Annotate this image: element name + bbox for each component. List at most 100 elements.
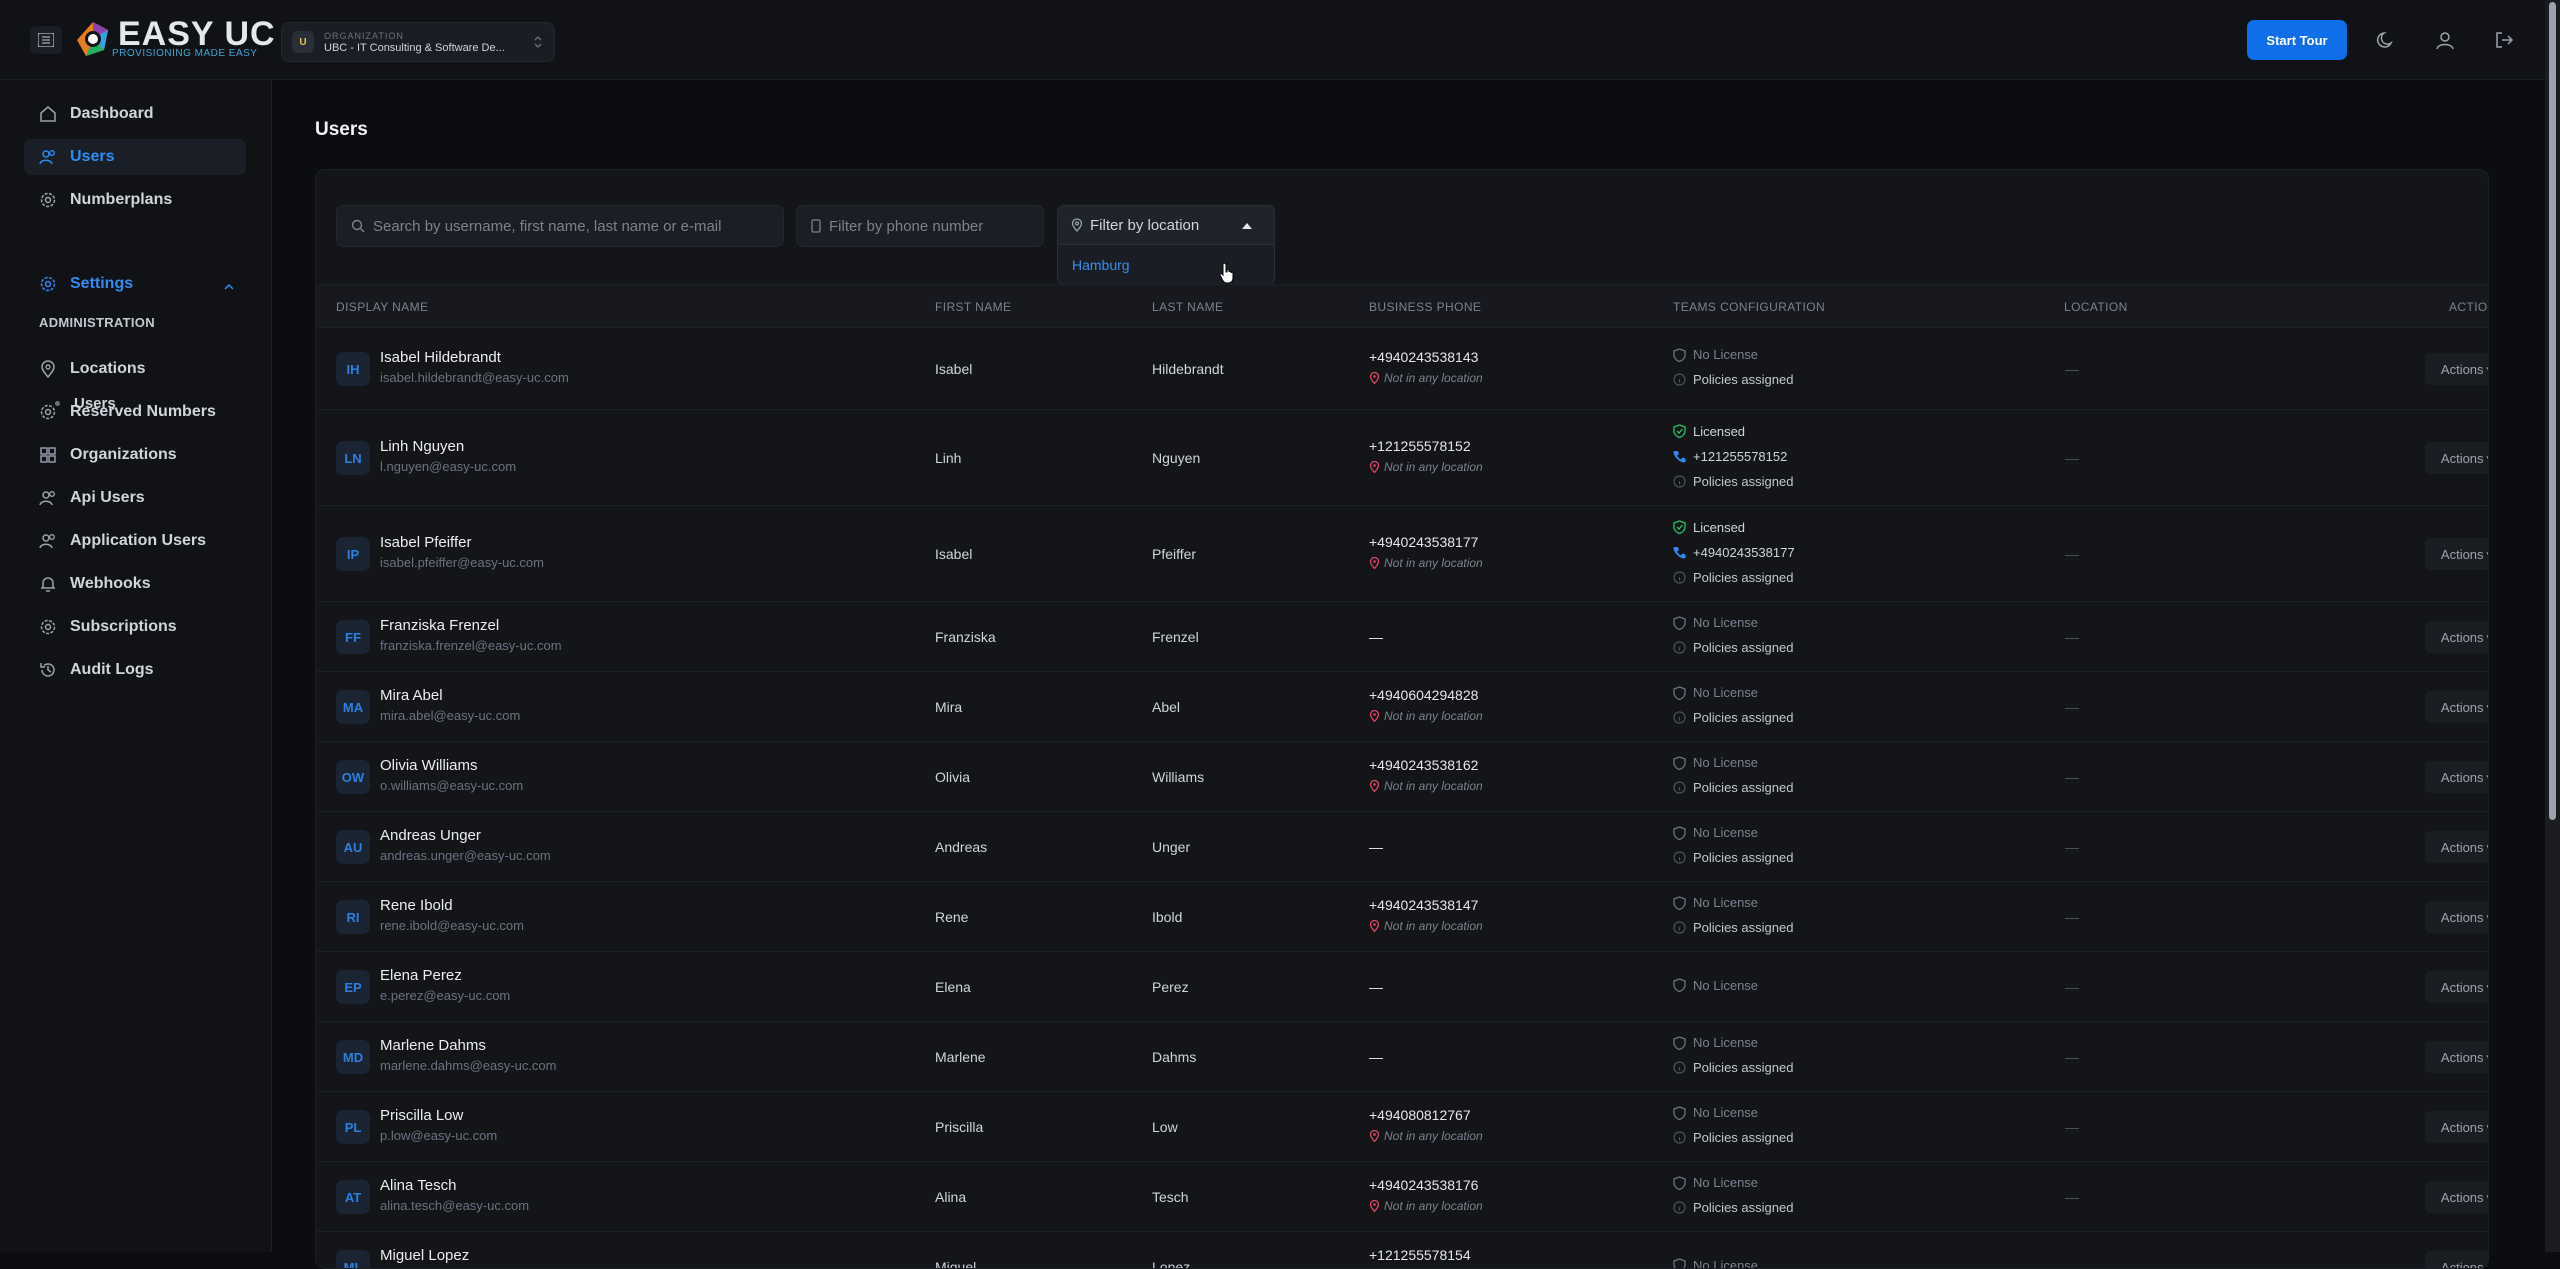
- display-name[interactable]: Franziska Frenzel: [380, 617, 499, 634]
- shield-icon: [1673, 1036, 1693, 1050]
- chevron-down-icon: ▾: [2487, 1052, 2489, 1063]
- header-last-name[interactable]: LAST NAME: [1152, 300, 1223, 314]
- menu-toggle-button[interactable]: [30, 26, 62, 54]
- organization-selector[interactable]: U ORGANIZATION UBC - IT Consulting & Sof…: [281, 22, 555, 62]
- teams-config-line: No License: [1673, 1258, 1758, 1269]
- sidebar-item-users[interactable]: Users: [24, 139, 246, 175]
- header-teams-configuration[interactable]: TEAMS CONFIGURATION: [1673, 300, 1825, 314]
- org-caption: ORGANIZATION: [324, 30, 505, 42]
- sidebar-item-audit-logs[interactable]: Audit Logs: [24, 652, 246, 688]
- search-input[interactable]: Search by username, first name, last nam…: [336, 205, 784, 247]
- teams-config-line: Licensed: [1673, 424, 1745, 439]
- actions-button[interactable]: Actions ▾: [2425, 901, 2489, 933]
- actions-button[interactable]: Actions ▾: [2425, 831, 2489, 863]
- sidebar: Dashboard Users Numberplans ADMINISTRATI…: [0, 80, 272, 1252]
- display-name[interactable]: Isabel Pfeiffer: [380, 534, 471, 551]
- sidebar-item-reserved-numbers[interactable]: Reserved Numbers: [24, 394, 246, 430]
- sidebar-item-dashboard[interactable]: Dashboard: [24, 96, 246, 132]
- header-business-phone[interactable]: BUSINESS PHONE: [1369, 300, 1481, 314]
- table-row[interactable]: PLPriscilla Lowp.low@easy-uc.comPriscill…: [316, 1092, 2488, 1162]
- header-display-name[interactable]: DISPLAY NAME: [336, 300, 428, 314]
- header-location[interactable]: LOCATION: [2064, 300, 2128, 314]
- table-row[interactable]: LNLinh Nguyenl.nguyen@easy-uc.comLinhNgu…: [316, 410, 2488, 506]
- display-name[interactable]: Priscilla Low: [380, 1107, 463, 1124]
- display-name[interactable]: Mira Abel: [380, 687, 443, 704]
- location-filter-select[interactable]: Filter by location: [1057, 205, 1275, 245]
- display-name[interactable]: Andreas Unger: [380, 827, 481, 844]
- logo[interactable]: EASY UC PROVISIONING MADE EASY: [74, 18, 276, 59]
- table-row[interactable]: ATAlina Teschalina.tesch@easy-uc.comAlin…: [316, 1162, 2488, 1232]
- table-row[interactable]: MLMiguel LopezMiguelLopez+121255578154No…: [316, 1232, 2488, 1269]
- phone-icon: [1673, 546, 1693, 559]
- user-email: rene.ibold@easy-uc.com: [380, 918, 524, 933]
- table-row[interactable]: FFFranziska Frenzelfranziska.frenzel@eas…: [316, 602, 2488, 672]
- table-row[interactable]: MDMarlene Dahmsmarlene.dahms@easy-uc.com…: [316, 1022, 2488, 1092]
- last-name: Unger: [1152, 839, 1190, 855]
- table-row[interactable]: MAMira Abelmira.abel@easy-uc.comMiraAbel…: [316, 672, 2488, 742]
- business-phone: +121255578152: [1369, 438, 1471, 454]
- actions-button[interactable]: Actions ▾: [2425, 538, 2489, 570]
- scrollbar-thumb[interactable]: [2549, 2, 2556, 820]
- sidebar-item-numberplans[interactable]: Numberplans: [24, 182, 246, 218]
- display-name[interactable]: Olivia Williams: [380, 757, 478, 774]
- info-icon: [1673, 475, 1693, 488]
- header-first-name[interactable]: FIRST NAME: [935, 300, 1011, 314]
- display-name[interactable]: Linh Nguyen: [380, 438, 464, 455]
- actions-button[interactable]: Actions ▾: [2425, 691, 2489, 723]
- logout-icon[interactable]: [2490, 26, 2518, 54]
- avatar: LN: [336, 441, 370, 475]
- display-name[interactable]: Marlene Dahms: [380, 1037, 486, 1054]
- shield-icon: [1673, 756, 1693, 770]
- actions-button[interactable]: Actions ▾: [2425, 971, 2489, 1003]
- business-phone-empty: —: [1369, 1049, 1383, 1065]
- sidebar-item-webhooks[interactable]: Webhooks: [24, 566, 246, 602]
- phone-filter-input[interactable]: Filter by phone number: [796, 205, 1044, 247]
- logo-tagline: PROVISIONING MADE EASY: [112, 48, 276, 59]
- table-row[interactable]: EPElena Pereze.perez@easy-uc.comElenaPer…: [316, 952, 2488, 1022]
- start-tour-button[interactable]: Start Tour: [2247, 20, 2347, 60]
- sidebar-item-application-users[interactable]: Application Users: [24, 523, 246, 559]
- actions-button[interactable]: Actions ▾: [2425, 621, 2489, 653]
- location-option-hamburg[interactable]: Hamburg: [1072, 257, 1130, 273]
- user-email: o.williams@easy-uc.com: [380, 778, 523, 793]
- header-actions: ACTIONS: [2449, 300, 2489, 314]
- sidebar-item-label: Subscriptions: [70, 618, 177, 636]
- sidebar-item-locations[interactable]: Locations: [24, 351, 246, 387]
- actions-button[interactable]: Actions ▾: [2425, 353, 2489, 385]
- display-name[interactable]: Isabel Hildebrandt: [380, 349, 501, 366]
- last-name: Hildebrandt: [1152, 361, 1224, 377]
- avatar: MD: [336, 1040, 370, 1074]
- actions-button[interactable]: Actions ▾: [2425, 1111, 2489, 1143]
- info-icon: [1673, 641, 1693, 654]
- display-name[interactable]: Rene Ibold: [380, 897, 453, 914]
- sidebar-item-api-users[interactable]: Api Users: [24, 480, 246, 516]
- business-phone-empty: —: [1369, 979, 1383, 995]
- actions-button[interactable]: Actions ▾: [2425, 1251, 2489, 1269]
- sidebar-item-organizations[interactable]: Organizations: [24, 437, 246, 473]
- info-icon: [1673, 1061, 1693, 1074]
- actions-button[interactable]: Actions ▾: [2425, 761, 2489, 793]
- display-name[interactable]: Miguel Lopez: [380, 1247, 469, 1264]
- actions-button[interactable]: Actions ▾: [2425, 1041, 2489, 1073]
- actions-button[interactable]: Actions ▾: [2425, 442, 2489, 474]
- table-row[interactable]: OWOlivia Williamso.williams@easy-uc.comO…: [316, 742, 2488, 812]
- display-name[interactable]: Elena Perez: [380, 967, 462, 984]
- user-profile-icon[interactable]: [2431, 26, 2459, 54]
- table-row[interactable]: AUAndreas Ungerandreas.unger@easy-uc.com…: [316, 812, 2488, 882]
- business-phone: +4940604294828: [1369, 687, 1478, 703]
- logo-mark-icon: [74, 20, 112, 58]
- actions-button[interactable]: Actions ▾: [2425, 1181, 2489, 1213]
- avatar: ML: [336, 1250, 370, 1269]
- business-phone: +4940243538177: [1369, 534, 1478, 550]
- page-title: Users: [315, 119, 368, 141]
- table-row[interactable]: IPIsabel Pfeifferisabel.pfeiffer@easy-uc…: [316, 506, 2488, 602]
- table-row[interactable]: IHIsabel Hildebrandtisabel.hildebrandt@e…: [316, 328, 2488, 410]
- sidebar-item-subscriptions[interactable]: Subscriptions: [24, 609, 246, 645]
- sidebar-item-settings[interactable]: Settings: [24, 266, 246, 302]
- table-row[interactable]: RIRene Iboldrene.ibold@easy-uc.comReneIb…: [316, 882, 2488, 952]
- top-bar: EASY UC PROVISIONING MADE EASY U ORGANIZ…: [0, 0, 2545, 80]
- logo-text: EASY UC: [118, 18, 276, 50]
- phone-location-status: Not in any location: [1369, 779, 1483, 793]
- display-name[interactable]: Alina Tesch: [380, 1177, 456, 1194]
- moon-icon[interactable]: [2372, 26, 2400, 54]
